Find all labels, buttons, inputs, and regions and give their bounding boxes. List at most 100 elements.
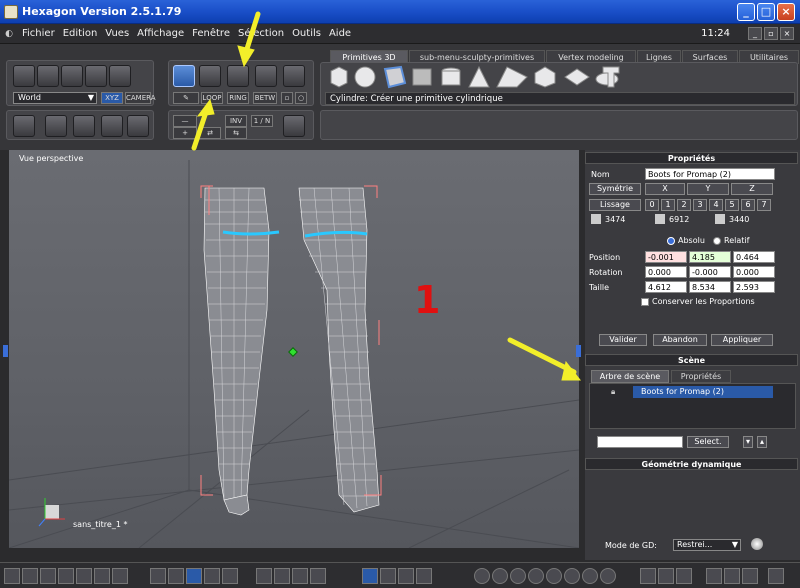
render-sphere-icon[interactable]: [564, 568, 580, 584]
scroll-down-button[interactable]: ▾: [743, 436, 753, 448]
sym-z-button[interactable]: Z: [731, 183, 773, 195]
apply-button[interactable]: Appliquer: [711, 334, 773, 346]
one-n-button[interactable]: 1 / N: [251, 115, 273, 127]
minimize-button[interactable]: _: [737, 3, 755, 21]
scroll-up-button[interactable]: ▴: [757, 436, 767, 448]
grow-button[interactable]: ⇄: [199, 127, 221, 139]
menu-edition[interactable]: Edition: [59, 24, 102, 44]
display-5-icon[interactable]: [222, 568, 238, 584]
smooth-level-7[interactable]: 7: [757, 199, 771, 211]
light-3-icon[interactable]: [676, 568, 692, 584]
symmetry-button[interactable]: Symétrie: [589, 183, 641, 195]
rotate-tool-icon[interactable]: [380, 568, 396, 584]
inv-button[interactable]: INV: [225, 115, 247, 127]
matcap-sphere-icon[interactable]: [600, 568, 616, 584]
grid-display-icon[interactable]: [186, 568, 202, 584]
select-button[interactable]: Select.: [687, 436, 729, 448]
size-x[interactable]: 4.612: [645, 281, 687, 293]
left-panel-handle[interactable]: [3, 345, 8, 357]
vertex-mode-icon[interactable]: [173, 65, 195, 87]
smooth-level-6[interactable]: 6: [741, 199, 755, 211]
dyn-geo-mode-select[interactable]: Restrei... ▼: [673, 539, 741, 551]
move-tool-icon[interactable]: [362, 568, 378, 584]
betw-button[interactable]: BETW: [253, 92, 277, 104]
ring-button[interactable]: RING: [227, 92, 249, 104]
xyz-button[interactable]: XYZ: [101, 92, 123, 104]
layout-3-icon[interactable]: [40, 568, 56, 584]
layout-1-icon[interactable]: [4, 568, 20, 584]
primitive-icons[interactable]: [327, 65, 627, 89]
orbit-icon[interactable]: [292, 568, 308, 584]
absolu-radio[interactable]: [667, 237, 675, 245]
snap-icon[interactable]: [706, 568, 722, 584]
right-panel-handle[interactable]: [576, 345, 581, 357]
brush-select-button[interactable]: ✎: [173, 92, 199, 104]
smoothing-button[interactable]: Lissage: [589, 199, 641, 211]
ao-sphere-icon[interactable]: [582, 568, 598, 584]
rotation-z[interactable]: 0.000: [733, 266, 775, 278]
layout-5-icon[interactable]: [76, 568, 92, 584]
zoom-icon[interactable]: [256, 568, 272, 584]
wire-sphere-icon[interactable]: [474, 568, 490, 584]
validate-button[interactable]: Valider: [599, 334, 647, 346]
lasso-icon[interactable]: [37, 65, 59, 87]
layout-4-icon[interactable]: [58, 568, 74, 584]
object-name-field[interactable]: Boots for Promap (2): [645, 168, 775, 180]
close-button[interactable]: ×: [777, 3, 795, 21]
smooth-level-1[interactable]: 1: [661, 199, 675, 211]
mesh-icon[interactable]: [73, 115, 95, 137]
shaded-sphere-icon[interactable]: [492, 568, 508, 584]
size-z[interactable]: 2.593: [733, 281, 775, 293]
select-all-button[interactable]: ▫: [281, 92, 293, 104]
menu-fenetre[interactable]: Fenêtre: [188, 24, 234, 44]
auto-mode-icon[interactable]: [283, 65, 305, 87]
layout-2-icon[interactable]: [22, 568, 38, 584]
gyro-icon[interactable]: [101, 115, 123, 137]
app-menu-icon[interactable]: ◐: [0, 29, 18, 39]
sym-y-button[interactable]: Y: [687, 183, 729, 195]
camera-button[interactable]: CAMERA: [125, 92, 156, 104]
relatif-radio[interactable]: [713, 237, 721, 245]
smooth-level-2[interactable]: 2: [677, 199, 691, 211]
camera-view-icon[interactable]: [724, 568, 740, 584]
ghost-icon[interactable]: [109, 65, 131, 87]
lit-sphere-icon[interactable]: [546, 568, 562, 584]
inner-restore-button[interactable]: ▫: [764, 27, 778, 40]
layout-6-icon[interactable]: [94, 568, 110, 584]
smooth-level-0[interactable]: 0: [645, 199, 659, 211]
keep-proportions-checkbox[interactable]: [641, 298, 649, 306]
scene-filter-input[interactable]: [597, 436, 683, 448]
menu-outils[interactable]: Outils: [288, 24, 325, 44]
viewport-perspective[interactable]: Vue perspective 1 sans_titre_1 *: [9, 150, 579, 548]
magic-wand-icon[interactable]: [283, 115, 305, 137]
select-icon[interactable]: [13, 65, 35, 87]
light-1-icon[interactable]: [640, 568, 656, 584]
paint-icon[interactable]: [61, 65, 83, 87]
plus-button[interactable]: +: [173, 127, 197, 139]
lock-icon[interactable]: 🔒︎: [611, 387, 615, 397]
rotate-floor-icon[interactable]: [13, 115, 35, 137]
smooth-level-3[interactable]: 3: [693, 199, 707, 211]
render-icon[interactable]: [768, 568, 784, 584]
fit-icon[interactable]: [310, 568, 326, 584]
pan-icon[interactable]: [274, 568, 290, 584]
textured-sphere-icon[interactable]: [528, 568, 544, 584]
display-1-icon[interactable]: [150, 568, 166, 584]
menu-aide[interactable]: Aide: [325, 24, 355, 44]
object-mode-icon[interactable]: [255, 65, 277, 87]
display-2-icon[interactable]: [168, 568, 184, 584]
coordinate-system-select[interactable]: World ▼: [13, 92, 97, 104]
lasso-select-button[interactable]: ○: [295, 92, 307, 104]
display-4-icon[interactable]: [204, 568, 220, 584]
menu-vues[interactable]: Vues: [101, 24, 133, 44]
rotation-x[interactable]: 0.000: [645, 266, 687, 278]
position-x[interactable]: -0.001: [645, 251, 687, 263]
face-mode-icon[interactable]: [227, 65, 249, 87]
position-z[interactable]: 0.464: [733, 251, 775, 263]
edge-mode-icon[interactable]: [199, 65, 221, 87]
smooth-level-5[interactable]: 5: [725, 199, 739, 211]
smooth-level-4[interactable]: 4: [709, 199, 723, 211]
smooth-sphere-icon[interactable]: [510, 568, 526, 584]
scene-canvas[interactable]: [9, 150, 579, 548]
menu-fichier[interactable]: Fichier: [18, 24, 59, 44]
